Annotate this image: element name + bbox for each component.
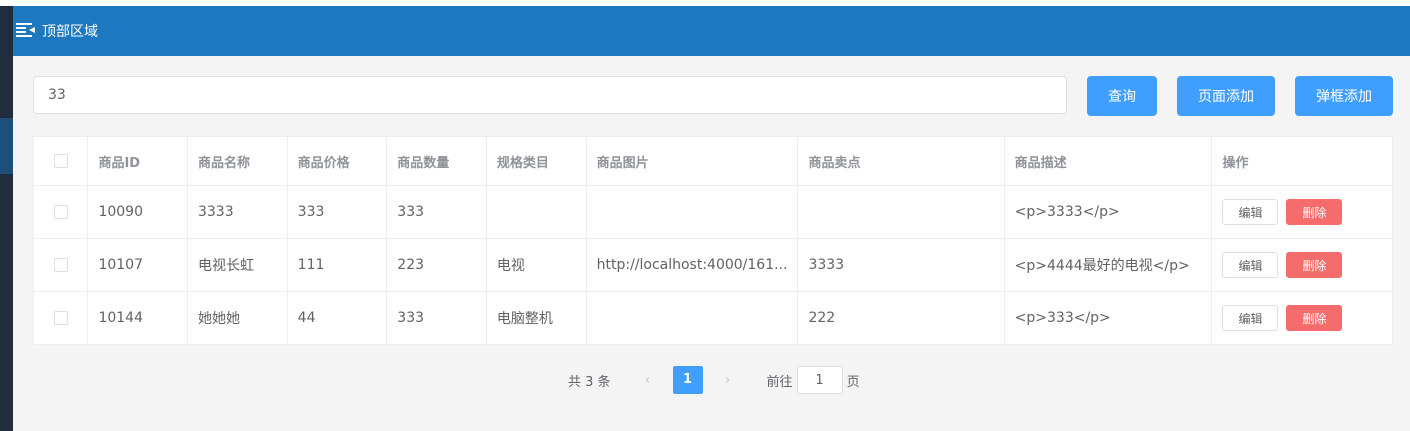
cell-id: 10090 (87, 185, 188, 239)
next-page-icon[interactable]: › (713, 372, 743, 388)
delete-button[interactable]: 删除 (1286, 305, 1343, 331)
table-header-row: 商品ID 商品名称 商品价格 商品数量 规格类目 商品图片 商品卖点 商品描述 … (32, 136, 1393, 186)
prev-page-icon[interactable]: ‹ (633, 372, 663, 388)
table-row: 10090 3333 333 333 <p>3333</p> 编辑 删除 (32, 185, 1393, 239)
column-header: 规格类目 (485, 136, 587, 186)
pagination-total: 共 3 条 (568, 374, 611, 390)
cell-sell-point (797, 185, 1005, 239)
cell-desc: <p>333</p> (1003, 291, 1213, 345)
search-input[interactable] (33, 76, 1067, 114)
cell-desc: <p>4444最好的电视</p> (1003, 238, 1213, 292)
cell-category (485, 185, 587, 239)
column-header: 商品卖点 (797, 136, 1005, 186)
goto-suffix: 页 (846, 374, 860, 390)
cell-price: 44 (286, 291, 388, 345)
product-table: 商品ID 商品名称 商品价格 商品数量 规格类目 商品图片 商品卖点 商品描述 … (32, 136, 1393, 345)
column-header: 商品图片 (585, 136, 799, 186)
cell-sell-point: 3333 (797, 238, 1005, 292)
dialog-add-button[interactable]: 弹框添加 (1295, 76, 1393, 116)
sidebar (0, 6, 13, 431)
cell-image: http://localhost:4000/161... (585, 238, 799, 292)
cell-actions: 编辑 删除 (1211, 238, 1393, 292)
cell-price: 333 (286, 185, 388, 239)
column-header: 商品价格 (286, 136, 388, 186)
cell-num: 333 (386, 291, 487, 345)
cell-name: 电视长虹 (186, 238, 288, 292)
delete-button[interactable]: 删除 (1286, 252, 1343, 278)
row-checkbox[interactable] (53, 311, 68, 325)
column-header: 商品描述 (1003, 136, 1213, 186)
cell-actions: 编辑 删除 (1211, 291, 1393, 345)
table-row: 10107 电视长虹 111 223 电视 http://localhost:4… (32, 238, 1393, 292)
cell-num: 223 (386, 238, 487, 292)
cell-actions: 编辑 删除 (1211, 185, 1393, 239)
select-all-cell[interactable] (32, 136, 89, 186)
query-button[interactable]: 查询 (1087, 76, 1157, 116)
row-checkbox[interactable] (53, 258, 68, 272)
cell-sell-point: 222 (797, 291, 1005, 345)
edit-button[interactable]: 编辑 (1222, 305, 1279, 331)
page-add-button[interactable]: 页面添加 (1177, 76, 1275, 116)
table-row: 10144 她她她 44 333 电脑整机 222 <p>333</p> 编辑删… (32, 291, 1393, 345)
cell-name: 她她她 (186, 291, 288, 345)
header-title: 顶部区域 (42, 24, 98, 40)
pagination: 共 3 条 ‹ 1 › 前往 页 (568, 366, 860, 394)
cell-category: 电脑整机 (485, 291, 587, 345)
cell-id: 10107 (87, 238, 188, 292)
column-header: 商品名称 (186, 136, 288, 186)
cell-price: 111 (286, 238, 388, 292)
goto-page-input[interactable] (796, 366, 843, 394)
cell-name: 3333 (186, 185, 288, 239)
select-all-checkbox[interactable] (53, 154, 68, 168)
sidebar-active-item[interactable] (0, 118, 13, 174)
edit-button[interactable]: 编辑 (1222, 252, 1279, 278)
column-header: 操作 (1211, 136, 1393, 186)
delete-button[interactable]: 删除 (1286, 199, 1343, 225)
cell-image (585, 185, 799, 239)
cell-image (585, 291, 799, 345)
pagination-goto: 前往 页 (767, 366, 860, 394)
edit-button[interactable]: 编辑 (1222, 199, 1279, 225)
row-select-cell[interactable] (32, 185, 89, 239)
goto-prefix: 前往 (766, 374, 793, 390)
column-header: 商品数量 (386, 136, 487, 186)
row-select-cell[interactable] (32, 291, 89, 345)
page-number-current[interactable]: 1 (672, 366, 703, 394)
row-select-cell[interactable] (32, 238, 89, 292)
cell-num: 333 (386, 185, 487, 239)
cell-desc: <p>3333</p> (1003, 185, 1213, 239)
main-content: 查询 页面添加 弹框添加 商品ID 商品名称 商品价格 商品数量 规格类目 商品… (13, 56, 1410, 431)
row-checkbox[interactable] (53, 205, 68, 219)
app-root: 顶部区域 查询 页面添加 弹框添加 商品ID 商品名称 商品价格 商品数量 规格… (0, 0, 1410, 431)
cell-id: 10144 (87, 291, 188, 345)
column-header: 商品ID (87, 136, 188, 186)
header: 顶部区域 (13, 6, 1410, 56)
menu-fold-icon[interactable] (16, 21, 36, 41)
cell-category: 电视 (485, 238, 587, 292)
